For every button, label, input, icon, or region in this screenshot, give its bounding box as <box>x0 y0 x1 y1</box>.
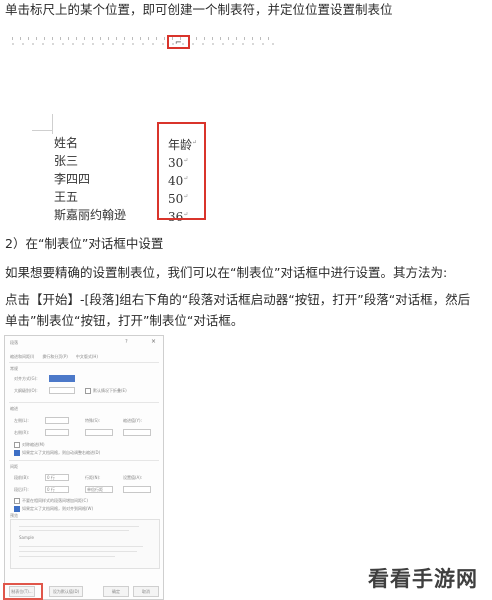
paragraph-dialog: 段落 ? × 缩进和间距(I) 换行和分页(P) 中文版式(H) 常规 对齐方式… <box>4 335 164 600</box>
name-cell: 李四四 <box>54 172 91 186</box>
close-icon[interactable]: × <box>151 338 156 345</box>
name-cell: 张三 <box>54 154 79 168</box>
ruler[interactable]: ⌐ <box>12 30 274 52</box>
dialog-title: 段落 <box>10 340 18 345</box>
paragraph-line-3: 单击”制表位“按钮，打开”制表位“对话框。 <box>5 313 244 328</box>
dialog-tabs: 缩进和间距(I) 换行和分页(P) 中文版式(H) <box>10 354 98 360</box>
no-space-checkbox[interactable] <box>14 498 20 504</box>
special-select[interactable] <box>85 429 113 436</box>
preview-pane: Sample <box>10 519 160 569</box>
grid-indent-label: 如果定义了文档网格，则自动调整右缩进(D) <box>22 450 101 455</box>
text-boundary-mark <box>52 114 54 134</box>
before-label: 段前(B): <box>14 475 30 480</box>
mirror-indent-label: 对称缩进(M) <box>22 442 45 447</box>
preview-line <box>19 546 143 547</box>
left-indent-input[interactable] <box>45 417 69 424</box>
intro-line: 单击标尺上的某个位置，即可创建一个制表符，并定位位置设置制表位 <box>5 2 393 17</box>
name-column: 姓名 张三 李四四 王五 斯嘉丽约翰逊 <box>54 134 126 224</box>
set-value-label: 设置值(A): <box>123 475 143 480</box>
snap-grid-label: 如果定义了文档网格，则对齐到网格(W) <box>22 506 94 511</box>
preview-line <box>19 530 129 531</box>
ruler-ticks <box>12 37 274 40</box>
section-indent-label: 缩进 <box>10 406 18 411</box>
tabs-button-highlight <box>3 583 43 600</box>
alignment-label: 对齐方式(G): <box>14 376 38 381</box>
set-value-input[interactable] <box>123 486 151 493</box>
section-general-label: 常规 <box>10 366 18 371</box>
section2-heading: 2）在“制表位”对话框中设置 <box>5 236 164 251</box>
help-icon[interactable]: ? <box>125 339 128 345</box>
preview-line <box>19 551 137 552</box>
right-indent-label: 右侧(R): <box>14 430 30 435</box>
snap-grid-checkbox[interactable] <box>14 506 20 512</box>
preview-line <box>19 556 115 557</box>
name-cell: 王五 <box>54 190 79 204</box>
name-cell: 斯嘉丽约翰逊 <box>54 208 127 222</box>
set-default-button[interactable]: 设为默认值(D) <box>49 586 83 597</box>
divider <box>9 362 159 363</box>
tab-stop-highlight[interactable]: ⌐ <box>167 35 190 49</box>
collapsed-label: 默认情况下折叠(E) <box>93 388 127 393</box>
divider <box>9 460 159 461</box>
tab-stop-icon: ⌐ <box>175 38 182 47</box>
grid-indent-checkbox[interactable] <box>14 450 20 456</box>
left-indent-label: 左侧(L): <box>14 418 29 423</box>
name-cell: 姓名 <box>54 136 79 150</box>
age-column-highlight <box>157 122 206 220</box>
watermark-logo: 看看手游网 <box>368 567 478 591</box>
outline-level-label: 大纲级别(O): <box>14 388 38 393</box>
preview-line <box>19 526 139 527</box>
collapsed-checkbox[interactable] <box>85 388 91 394</box>
section-spacing-label: 间距 <box>10 464 18 469</box>
before-value: 0 行 <box>47 475 55 480</box>
paragraph-line-2: 点击【开始】-[段落]组右下角的“段落对话框启动器“按钮，打开”段落“对话框，然… <box>5 292 471 307</box>
text-boundary-mark-h <box>32 130 52 131</box>
mirror-indent-checkbox[interactable] <box>14 442 20 448</box>
divider <box>9 402 159 403</box>
tab-line-page-breaks[interactable]: 换行和分页(P) <box>42 354 68 360</box>
indent-by-input[interactable] <box>123 429 151 436</box>
document-page: 单击标尺上的某个位置，即可创建一个制表符，并定位位置设置制表位 ⌐ 姓名 张三 … <box>0 0 492 600</box>
tab-asian-typography[interactable]: 中文版式(H) <box>76 354 98 360</box>
cancel-button[interactable]: 取消 <box>133 586 159 597</box>
paragraph-line-1: 如果想要精确的设置制表位，我们可以在“制表位”对话框中进行设置。其方法为: <box>5 265 448 280</box>
ok-button[interactable]: 确定 <box>103 586 129 597</box>
outline-level-select[interactable] <box>49 387 75 394</box>
tab-indent-spacing[interactable]: 缩进和间距(I) <box>10 354 34 360</box>
after-label: 段后(F): <box>14 487 29 492</box>
line-spacing-label: 行距(N): <box>85 475 101 480</box>
alignment-select[interactable] <box>49 375 75 382</box>
after-value: 0 行 <box>47 487 55 492</box>
indent-by-label: 缩进值(Y): <box>123 418 142 423</box>
no-space-label: 不要在相同样式的段落间增加间距(C) <box>22 498 88 503</box>
line-spacing-value: 单倍行距 <box>87 487 103 492</box>
right-indent-input[interactable] <box>45 429 69 436</box>
special-label: 特殊(S): <box>85 418 101 423</box>
ruler-subticks <box>12 43 274 45</box>
preview-sample-text: Sample <box>19 535 34 540</box>
